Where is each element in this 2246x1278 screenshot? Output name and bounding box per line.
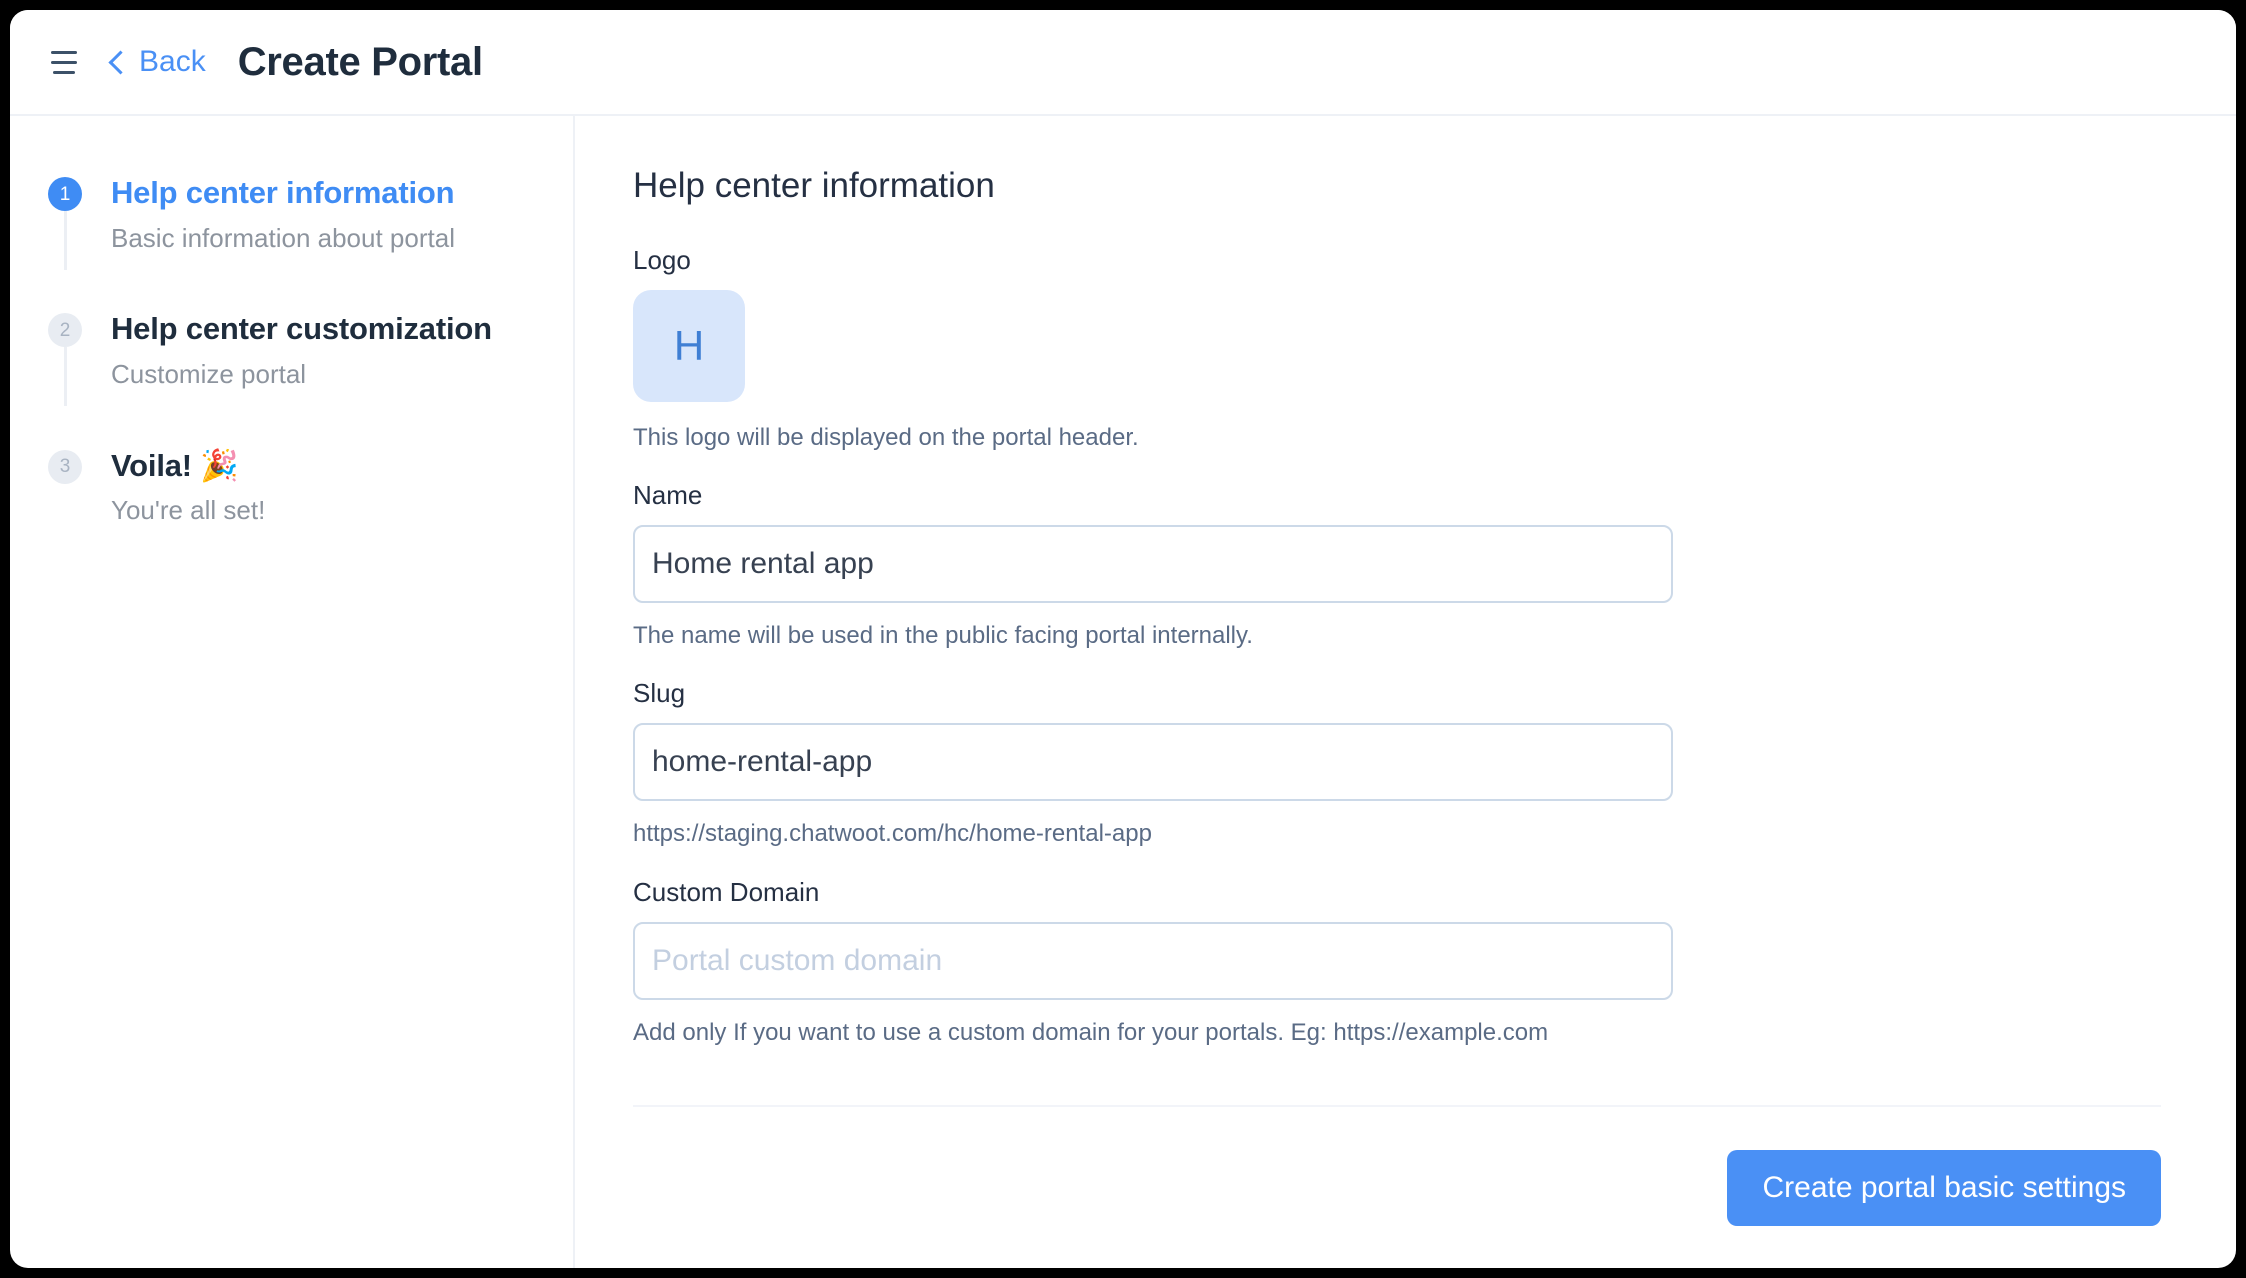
step-subtitle: Customize portal — [111, 359, 307, 389]
step-text: Voila! 🎉 You're all set! — [111, 447, 265, 527]
slug-input[interactable] — [633, 723, 1673, 802]
form-pane: Help center information Logo H This logo… — [575, 116, 2236, 1268]
step-title: Voila! 🎉 — [111, 447, 239, 483]
section-heading: Help center information — [633, 166, 995, 205]
page-title: Create Portal — [237, 40, 483, 84]
hamburger-menu-icon[interactable] — [44, 42, 84, 82]
back-button[interactable]: Back — [108, 45, 206, 78]
logo-label: Logo — [633, 245, 691, 275]
stepper-item-voila[interactable]: 3 Voila! 🎉 You're all set! — [48, 447, 533, 527]
step-subtitle: You're all set! — [111, 495, 266, 526]
slug-label: Slug — [633, 678, 686, 709]
stepper-item-help-center-information[interactable]: 1 Help center information Basic informat… — [48, 174, 533, 310]
slug-url-preview: https://staging.chatwoot.com/hc/home-ren… — [633, 820, 1152, 848]
step-number-badge: 1 — [48, 177, 82, 211]
step-number-badge: 2 — [48, 313, 82, 348]
wizard-stepper-pane: 1 Help center information Basic informat… — [10, 116, 575, 1268]
footer-actions: Create portal basic settings — [633, 1107, 2161, 1226]
name-label: Name — [633, 480, 703, 511]
step-marker: 1 — [48, 174, 82, 270]
chevron-left-icon — [108, 50, 133, 75]
name-field: Name The name will be used in the public… — [633, 482, 2236, 651]
custom-domain-label: Custom Domain — [633, 876, 820, 907]
create-portal-button[interactable]: Create portal basic settings — [1727, 1149, 2161, 1226]
slug-field: Slug https://staging.chatwoot.com/hc/hom… — [633, 680, 2236, 849]
step-connector-line — [64, 347, 67, 407]
step-connector-line — [64, 211, 67, 270]
name-hint: The name will be used in the public faci… — [633, 622, 1253, 650]
logo-avatar[interactable]: H — [633, 290, 745, 402]
step-text: Help center customization Customize port… — [111, 310, 492, 390]
back-button-label: Back — [139, 45, 206, 78]
step-title: Help center customization — [111, 311, 492, 347]
step-subtitle: Basic information about portal — [111, 222, 455, 253]
step-marker: 3 — [48, 447, 82, 484]
body-container: 1 Help center information Basic informat… — [10, 116, 2236, 1268]
wizard-stepper: 1 Help center information Basic informat… — [48, 174, 533, 527]
stepper-item-help-center-customization[interactable]: 2 Help center customization Customize po… — [48, 310, 533, 446]
app-header: Back Create Portal — [10, 10, 2236, 116]
hamburger-line — [51, 50, 77, 54]
name-input[interactable] — [633, 525, 1673, 604]
custom-domain-input[interactable] — [633, 921, 1673, 1000]
step-title: Help center information — [111, 175, 455, 210]
custom-domain-field: Custom Domain Add only If you want to us… — [633, 879, 2236, 1048]
hamburger-line — [51, 60, 77, 64]
logo-hint: This logo will be displayed on the porta… — [633, 424, 1139, 451]
step-number-badge: 3 — [48, 449, 82, 484]
custom-domain-hint: Add only If you want to use a custom dom… — [633, 1018, 1549, 1046]
logo-field: Logo H This logo will be displayed on th… — [633, 247, 2236, 453]
step-text: Help center information Basic informatio… — [111, 174, 455, 254]
app-window: Back Create Portal 1 Help center informa… — [10, 10, 2236, 1268]
step-marker: 2 — [48, 310, 82, 407]
hamburger-line — [53, 70, 75, 74]
